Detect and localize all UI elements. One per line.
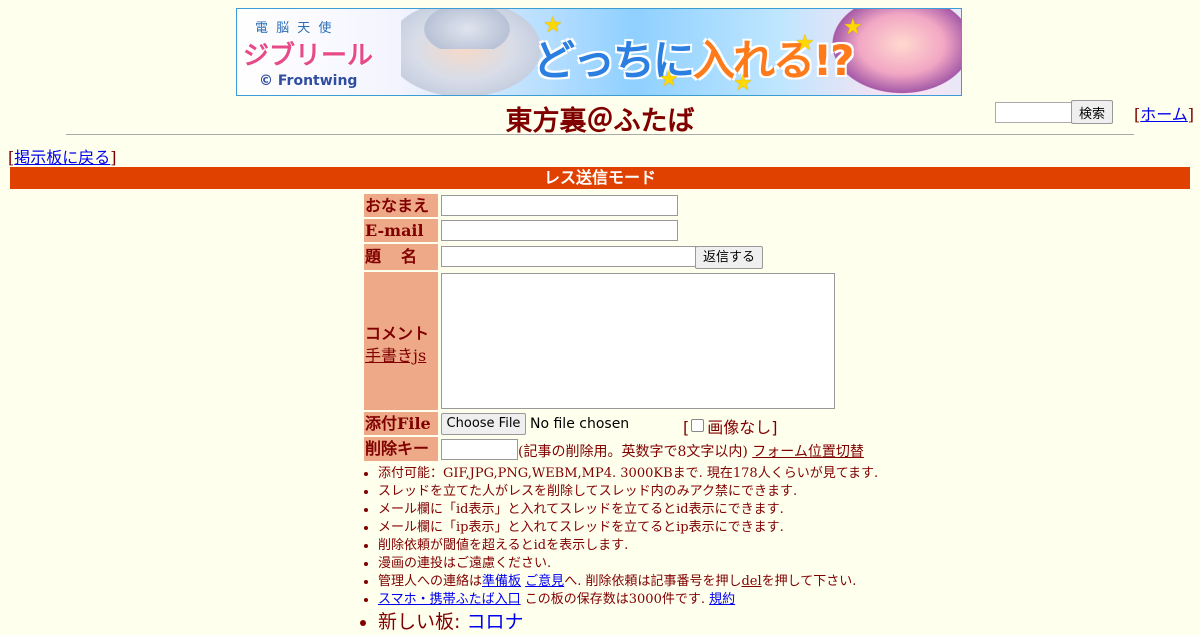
name-field[interactable]	[441, 195, 678, 216]
banner-copyright: © Frontwing	[259, 73, 358, 89]
star-icon: ★	[843, 15, 863, 40]
no-image-label: 画像なし	[707, 418, 772, 437]
no-image-checkbox[interactable]	[691, 419, 705, 432]
star-icon: ★	[733, 71, 753, 96]
mobile-entrance-link[interactable]: スマホ・携帯ふたば入口	[378, 592, 521, 607]
email-field[interactable]	[441, 220, 678, 241]
note-item-contact: 管理人への連絡は準備板 ご意見へ. 削除依頼は記事番号を押しdelを押して下さい…	[378, 573, 878, 591]
email-label: E-mail	[364, 219, 438, 242]
banner-character-left-hair	[417, 9, 517, 49]
note-item: 漫画の連投はご遠慮ください.	[378, 555, 878, 573]
note-item: メール欄に「id表示」と入れてスレッドを立てるとid表示にできます.	[378, 501, 878, 519]
note-item: メール欄に「ip表示」と入れてスレッドを立てるとip表示にできます.	[378, 519, 878, 537]
note-item: 添付可能：GIF,JPG,PNG,WEBM,MP4. 3000KBまで. 現在1…	[378, 465, 878, 483]
note-item: スレッドを立てた人がレスを削除してスレッド内のみアク禁にできます.	[378, 483, 878, 501]
banner-logo-subtitle: 電 脳 天 使	[255, 21, 334, 36]
name-label: おなまえ	[364, 194, 438, 217]
note-item: 削除依頼が閾値を超えるとidを表示します.	[378, 537, 878, 555]
form-position-toggle-link[interactable]: フォーム位置切替	[752, 444, 864, 460]
no-file-text: No file chosen	[530, 416, 630, 432]
ad-banner[interactable]: 電 脳 天 使 ジブリール © Frontwing どっちに入れる!? ★ ★ …	[236, 8, 962, 96]
prep-board-link[interactable]: 準備板	[482, 574, 521, 589]
search-input[interactable]	[995, 101, 1073, 123]
banner-logo: ジブリール	[243, 41, 374, 71]
note-item-mobile: スマホ・携帯ふたば入口 この板の保存数は3000件です. 規約	[378, 591, 878, 609]
star-icon: ★	[795, 31, 815, 56]
handwriting-link[interactable]: 手書きjs	[365, 342, 426, 366]
delete-key-note-wrap: (記事の削除用。英数字で8文字以内) フォーム位置切替	[518, 441, 864, 461]
no-image-option: [画像なし]	[683, 418, 778, 437]
subject-field[interactable]	[441, 246, 696, 267]
note-item-new-board: 新しい板: コロナ	[378, 609, 878, 635]
del-link[interactable]: del	[741, 574, 761, 589]
choose-file-button[interactable]: Choose File	[441, 413, 526, 435]
delete-key-note: (記事の削除用。英数字で8文字以内)	[518, 444, 748, 460]
reply-mode-bar: レス送信モード	[10, 167, 1190, 189]
search-form: 検索	[995, 100, 1114, 124]
feedback-link[interactable]: ご意見	[525, 574, 564, 589]
home-link[interactable]: ホーム	[1140, 105, 1188, 124]
divider	[66, 134, 1134, 135]
comment-label: コメント	[365, 324, 430, 343]
comment-label-cell: コメント 手書きjs	[364, 272, 438, 410]
search-button[interactable]: 検索	[1071, 100, 1114, 124]
delete-key-label: 削除キー	[364, 437, 438, 461]
contact-prefix: 管理人への連絡は	[378, 574, 483, 589]
board-notes: 添付可能：GIF,JPG,PNG,WEBM,MP4. 3000KBまで. 現在1…	[364, 465, 878, 635]
storage-text: この板の保存数は3000件です.	[520, 592, 710, 607]
back-to-board-link[interactable]: 掲示板に戻る	[14, 148, 110, 167]
comment-textarea[interactable]	[441, 273, 835, 409]
banner-catch-2: 入れる!?	[693, 36, 855, 85]
reply-submit-button[interactable]: 返信する	[695, 246, 763, 269]
rules-link[interactable]: 規約	[709, 592, 735, 607]
home-nav: [ホーム]	[1134, 105, 1195, 124]
subject-label: 題 名	[364, 244, 438, 270]
star-icon: ★	[659, 67, 679, 92]
file-label: 添付File	[364, 412, 438, 435]
back-nav: [掲示板に戻る]	[8, 148, 117, 167]
delete-key-field[interactable]	[441, 439, 518, 460]
contact-mid: へ. 削除依頼は記事番号を押し	[564, 574, 742, 589]
contact-suffix: を押して下さい.	[761, 574, 857, 589]
star-icon: ★	[543, 13, 563, 38]
